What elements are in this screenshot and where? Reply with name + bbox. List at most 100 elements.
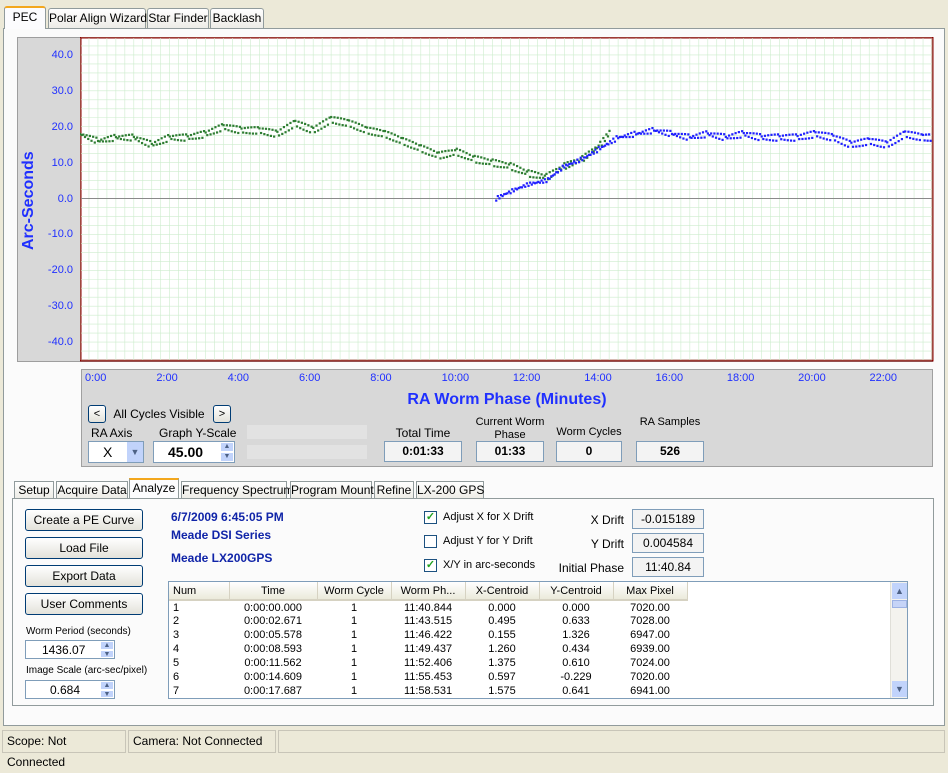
column-header[interactable]: Worm Ph... bbox=[391, 582, 466, 601]
data-point bbox=[261, 127, 264, 130]
tab-program-mount[interactable]: Program Mount bbox=[290, 481, 374, 499]
column-header[interactable]: Num bbox=[169, 582, 230, 601]
table-row[interactable]: 2 0:00:02.671 1 11:43.515 0.495 0.633 7028.00 bbox=[169, 614, 687, 628]
data-point bbox=[263, 133, 266, 136]
data-point bbox=[520, 171, 524, 175]
data-point bbox=[339, 117, 343, 120]
tab-setup[interactable]: Setup bbox=[14, 481, 54, 499]
data-point bbox=[295, 125, 299, 128]
column-header[interactable]: Time bbox=[229, 582, 318, 601]
column-header[interactable]: Y-Centroid bbox=[539, 582, 614, 601]
data-point bbox=[793, 139, 796, 142]
data-point bbox=[184, 133, 188, 136]
arcsec-label: X/Y in arc-seconds bbox=[443, 559, 536, 571]
data-point bbox=[447, 149, 450, 152]
data-point bbox=[796, 134, 799, 138]
prev-cycle-button[interactable]: < bbox=[88, 405, 106, 423]
data-point bbox=[719, 132, 723, 135]
data-point bbox=[698, 132, 701, 135]
up-arrow-icon[interactable]: ▲ bbox=[220, 442, 234, 452]
scroll-thumb[interactable] bbox=[892, 600, 907, 608]
tab-analyze[interactable]: Analyze bbox=[129, 478, 179, 498]
tab-lx200-gps[interactable]: LX-200 GPS bbox=[416, 481, 484, 499]
table-cell: 0.610 bbox=[562, 657, 590, 669]
up-arrow-icon[interactable]: ▲ bbox=[100, 641, 114, 650]
adjust-x-checkbox[interactable]: ✓ bbox=[424, 511, 437, 524]
data-point bbox=[136, 136, 139, 139]
data-point bbox=[742, 131, 745, 135]
table-scrollbar[interactable]: ▲ ▼ bbox=[890, 582, 907, 698]
create-pe-curve-button[interactable]: Create a PE Curve bbox=[25, 509, 143, 531]
table-row[interactable]: 5 0:00:11.562 1 11:52.406 1.375 0.610 7024.00 bbox=[169, 656, 687, 670]
worm-period-label: Worm Period (seconds) bbox=[26, 626, 131, 637]
data-point bbox=[450, 149, 453, 152]
tab-pec[interactable]: PEC bbox=[4, 6, 46, 29]
table-row[interactable]: 3 0:00:05.578 1 11:46.422 0.155 1.326 6947.00 bbox=[169, 628, 687, 642]
data-point bbox=[811, 136, 814, 139]
table-row[interactable]: 1 0:00:00.000 1 11:40.844 0.000 0.000 7020.00 bbox=[169, 600, 687, 614]
data-point bbox=[449, 154, 452, 158]
next-cycle-button[interactable]: > bbox=[213, 405, 231, 423]
data-point bbox=[820, 131, 824, 134]
worm-phase-label: Current Worm Phase bbox=[475, 416, 545, 441]
ra-samples-value: 526 bbox=[636, 441, 704, 462]
up-arrow-icon[interactable]: ▲ bbox=[100, 681, 114, 690]
data-point bbox=[85, 134, 88, 137]
data-point bbox=[776, 133, 780, 136]
data-point bbox=[137, 140, 140, 143]
y-drift-label: Y Drift bbox=[590, 537, 624, 551]
column-header[interactable]: Max Pixel bbox=[613, 582, 688, 601]
table-row[interactable]: 4 0:00:08.593 1 11:49.437 1.260 0.434 6939.00 bbox=[169, 642, 687, 656]
data-point bbox=[302, 128, 305, 131]
down-arrow-icon[interactable]: ▼ bbox=[220, 452, 234, 462]
data-point bbox=[683, 133, 687, 136]
data-point bbox=[396, 135, 400, 138]
graph-yscale-stepper[interactable]: 45.00 ▲ ▼ bbox=[153, 441, 235, 463]
data-point bbox=[780, 138, 783, 141]
column-header[interactable]: Worm Cycle bbox=[317, 582, 392, 601]
data-point bbox=[651, 126, 654, 130]
data-point bbox=[530, 169, 533, 173]
data-point bbox=[775, 139, 778, 142]
data-point bbox=[387, 131, 390, 134]
data-point bbox=[610, 141, 613, 145]
scroll-down-icon[interactable]: ▼ bbox=[892, 681, 907, 697]
chevron-down-icon[interactable]: ▼ bbox=[127, 442, 143, 462]
data-point bbox=[858, 145, 861, 148]
table-cell: 6 bbox=[173, 671, 180, 683]
load-file-button[interactable]: Load File bbox=[25, 537, 143, 559]
data-point bbox=[318, 122, 321, 125]
column-header[interactable]: X-Centroid bbox=[465, 582, 540, 601]
data-point bbox=[726, 137, 729, 140]
data-point bbox=[186, 135, 189, 138]
data-point bbox=[912, 137, 915, 140]
data-point bbox=[229, 124, 232, 127]
down-arrow-icon[interactable]: ▼ bbox=[100, 689, 114, 698]
data-point bbox=[829, 139, 832, 142]
tab-backlash[interactable]: Backlash bbox=[210, 8, 264, 29]
data-point bbox=[915, 138, 918, 141]
image-scale-stepper[interactable]: 0.684 ▲ ▼ bbox=[25, 680, 115, 699]
tab-frequency-spectrum[interactable]: Frequency Spectrum bbox=[181, 481, 293, 499]
data-point bbox=[713, 132, 716, 135]
down-arrow-icon[interactable]: ▼ bbox=[100, 649, 114, 658]
data-point bbox=[584, 152, 587, 155]
cycles-visible-label: All Cycles Visible bbox=[113, 407, 205, 421]
tab-refine[interactable]: Refine bbox=[374, 481, 414, 499]
table-cell: 1 bbox=[350, 657, 358, 669]
scroll-up-icon[interactable]: ▲ bbox=[892, 583, 907, 599]
export-data-button[interactable]: Export Data bbox=[25, 565, 143, 587]
arcsec-checkbox[interactable]: ✓ bbox=[424, 559, 437, 572]
data-point bbox=[289, 121, 292, 125]
adjust-y-checkbox[interactable] bbox=[424, 535, 437, 548]
worm-period-stepper[interactable]: 1436.07 ▲ ▼ bbox=[25, 640, 115, 659]
user-comments-button[interactable]: User Comments bbox=[25, 593, 143, 615]
table-cell: 0:00:17.687 bbox=[243, 685, 303, 697]
tab-acquire-data[interactable]: Acquire Data bbox=[56, 481, 128, 499]
tab-star-finder[interactable]: Star Finder bbox=[147, 8, 209, 29]
table-row[interactable]: 6 0:00:14.609 1 11:55.453 0.597 -0.229 7020.00 bbox=[169, 670, 687, 684]
tab-polar-align-wizard[interactable]: Polar Align Wizard bbox=[48, 8, 147, 29]
ra-axis-select[interactable]: X ▼ bbox=[88, 441, 144, 463]
data-point bbox=[385, 136, 388, 139]
table-row[interactable]: 7 0:00:17.687 1 11:58.531 1.575 0.641 6941.00 bbox=[169, 684, 687, 698]
